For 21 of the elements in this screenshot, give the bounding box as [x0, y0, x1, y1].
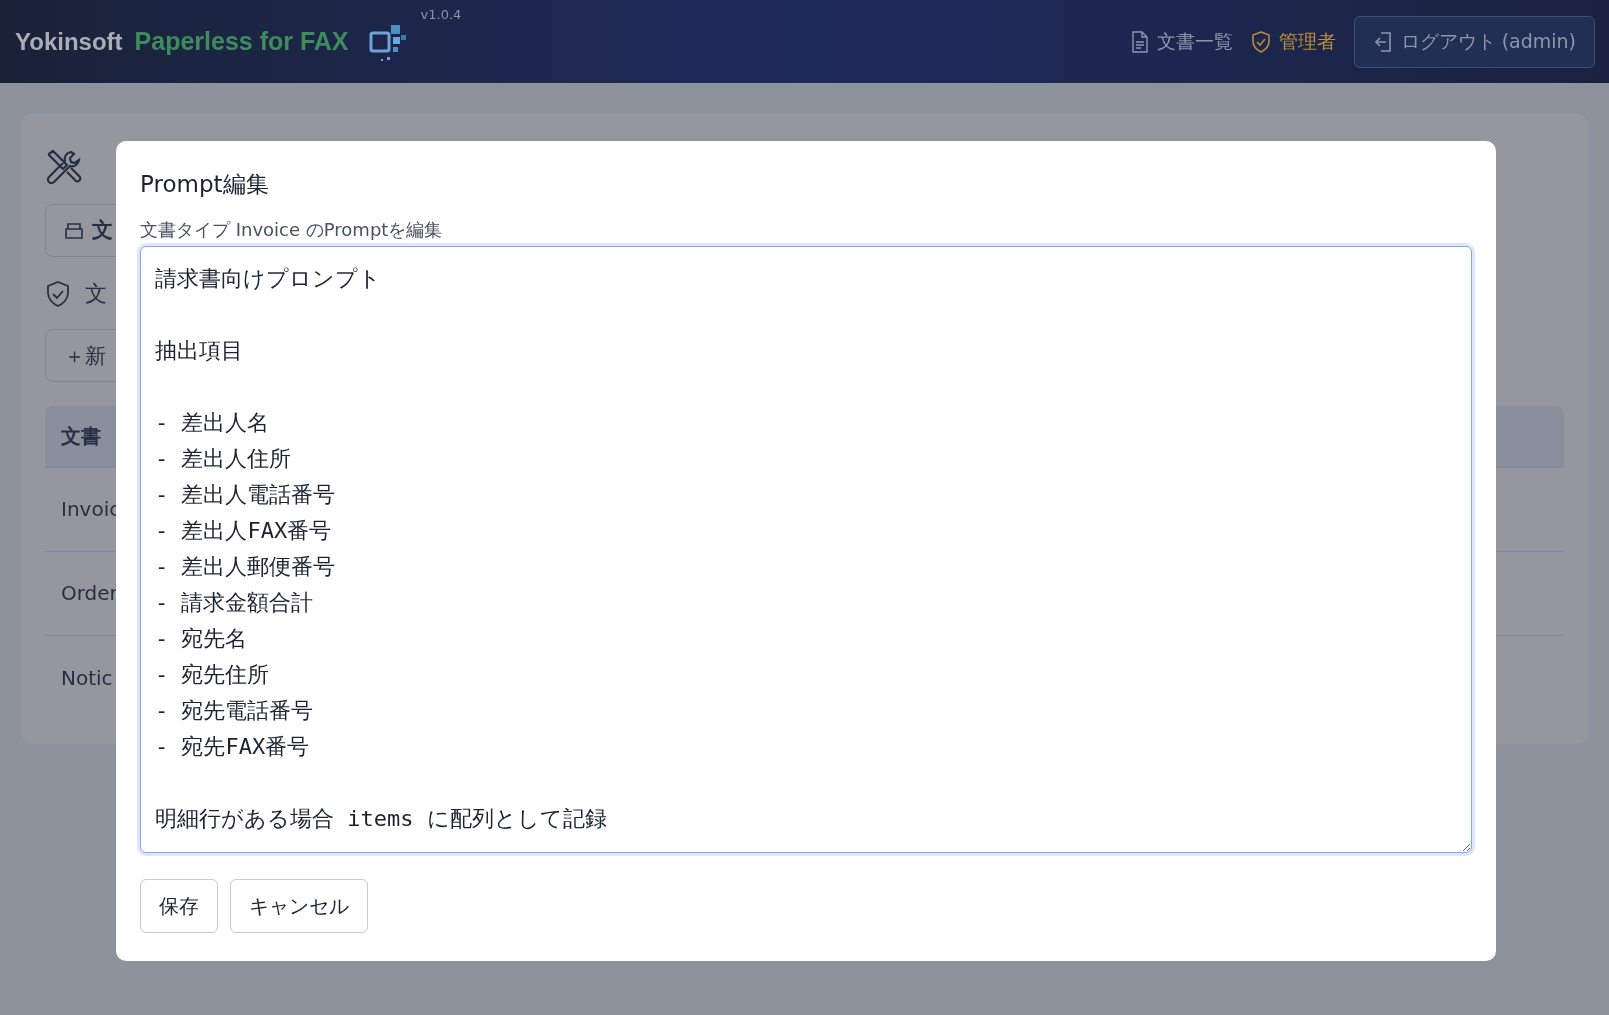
logout-button[interactable]: ログアウト (admin) — [1353, 15, 1595, 68]
table-cell: Order — [61, 581, 118, 606]
table-cell: Notic — [61, 665, 113, 690]
logout-icon — [1372, 30, 1393, 53]
column-header: 文書 — [61, 423, 101, 451]
dialog-button[interactable]: 保存 — [140, 879, 218, 933]
shield-icon — [1250, 30, 1271, 53]
dialog-button[interactable]: キャンセル — [230, 879, 368, 933]
brand-name: Yokinsoft — [15, 27, 123, 56]
version-label: v1.0.4 — [420, 6, 462, 22]
nav-link[interactable]: 管理者 — [1250, 28, 1336, 55]
dialog-title: Prompt編集 — [140, 170, 270, 199]
table-cell: Invoic — [61, 497, 121, 522]
box-icon — [64, 221, 84, 240]
prompt-textarea[interactable]: 請求書向けプロンプト 抽出項目 - 差出人名 - 差出人住所 - 差出人電話番号 - 差出人FAX番号 - 差出人郵便番号 - 請求金額合計 - 宛先名 - 宛先住所 - 宛先電話番号 - 宛先FAX番号 明細行がある場合 items に配列として記録 — [140, 246, 1472, 853]
tools-icon — [45, 147, 83, 186]
nav-link[interactable]: 文書一覧 — [1130, 28, 1233, 55]
shield-icon — [45, 279, 71, 308]
section-label: 文 — [85, 279, 107, 308]
product-name: Paperless for FAX — [134, 27, 349, 56]
document-icon — [1130, 30, 1149, 53]
